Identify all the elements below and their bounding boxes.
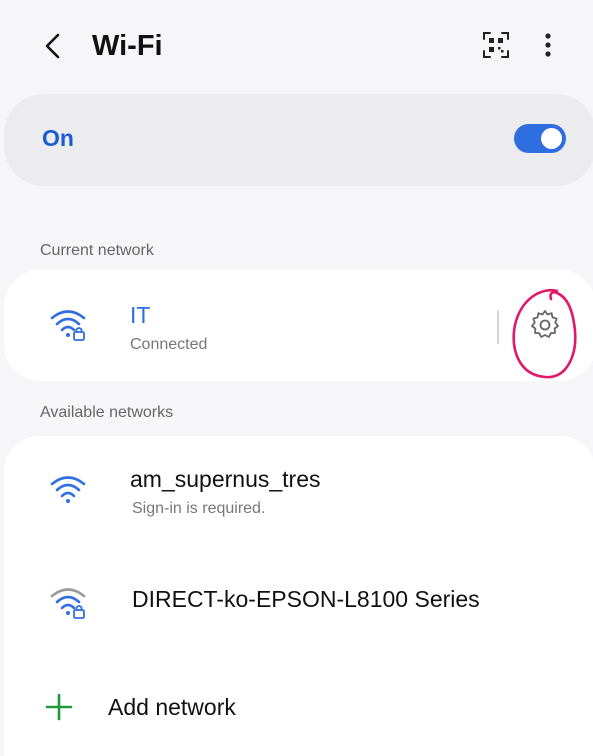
network-item[interactable]: am_supernus_tres Sign-in is required. (4, 436, 593, 548)
qr-scan-icon (483, 32, 509, 58)
chevron-left-icon (45, 33, 60, 59)
back-button[interactable] (38, 26, 72, 66)
page-title: Wi-Fi (92, 30, 163, 62)
current-network-row[interactable]: IT Connected (4, 270, 484, 381)
gear-icon (531, 310, 559, 338)
wifi-toggle-label: On (42, 125, 74, 151)
available-networks-heading: Available networks (40, 404, 174, 421)
add-network-button[interactable]: Add network (0, 672, 593, 744)
network-subtitle: Sign-in is required. (132, 500, 266, 517)
network-item[interactable]: DIRECT-ko-EPSON-L8100 Series (4, 548, 593, 660)
plus-icon (45, 693, 73, 721)
more-vertical-icon (545, 33, 551, 57)
network-name: DIRECT-ko-EPSON-L8100 Series (132, 586, 480, 612)
current-network-status: Connected (130, 336, 208, 353)
app-header: Wi-Fi (0, 0, 593, 92)
network-name: am_supernus_tres (130, 466, 321, 492)
wifi-toggle-row[interactable]: On (4, 94, 593, 186)
toggle-knob (541, 128, 562, 149)
wifi-icon (50, 476, 86, 503)
wifi-lock-icon (50, 310, 86, 341)
current-network-heading: Current network (40, 242, 154, 259)
qr-scan-button[interactable] (478, 27, 514, 63)
add-network-label: Add network (108, 694, 236, 720)
divider (497, 310, 499, 344)
wifi-lock-icon (50, 588, 86, 619)
current-network-card: IT Connected (4, 270, 593, 381)
current-network-name: IT (130, 302, 151, 328)
network-settings-button[interactable] (527, 306, 563, 342)
more-options-button[interactable] (533, 27, 563, 63)
wifi-toggle-switch[interactable] (514, 124, 566, 153)
